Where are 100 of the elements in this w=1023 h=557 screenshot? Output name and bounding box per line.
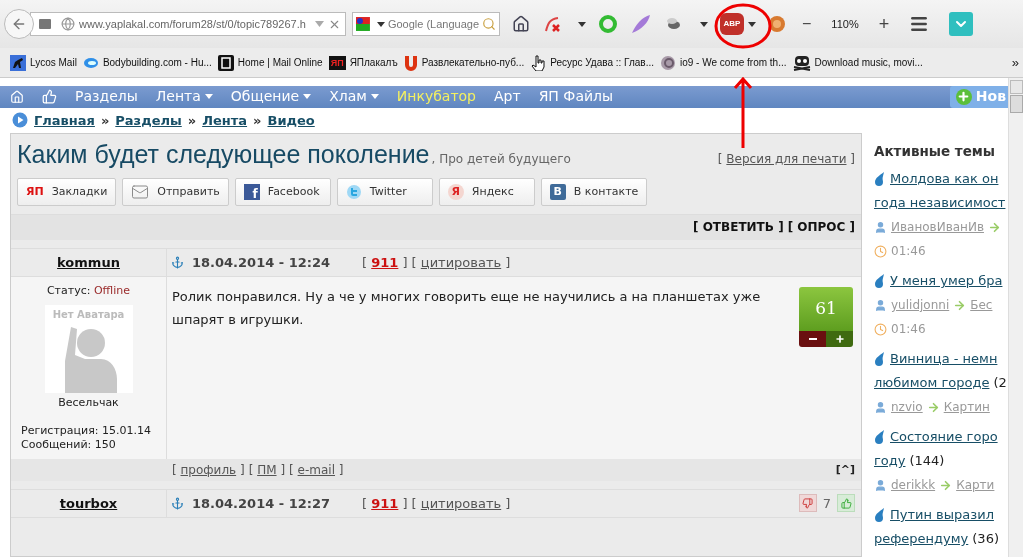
horseshoe-icon — [403, 54, 418, 71]
home-icon[interactable] — [512, 15, 530, 33]
share-button[interactable]: Отправить — [122, 177, 229, 206]
topic-link[interactable]: году — [874, 449, 906, 473]
breadcrumb-separator: » — [100, 111, 110, 130]
coin-icon[interactable] — [768, 15, 786, 33]
drop-icon — [874, 508, 886, 522]
link[interactable]: e-mail — [297, 462, 335, 477]
breadcrumb-link[interactable]: Лента — [202, 110, 248, 131]
clock-icon — [874, 244, 887, 258]
topic-subtitle: , Про детей будущего — [431, 150, 571, 168]
profile-action: [ ПМ ] — [248, 461, 286, 479]
topic-time: 01:46 — [891, 321, 926, 338]
search-field[interactable]: Google (Language — [352, 12, 500, 36]
thumbs-down-button[interactable] — [798, 494, 817, 513]
bookmark[interactable]: Развлекательно-пуб... — [403, 54, 525, 71]
zoom-out-button[interactable]: − — [802, 12, 812, 36]
share-button[interactable]: В В контакте — [540, 177, 648, 206]
author-name[interactable]: tourbox — [59, 493, 118, 513]
search-icon[interactable] — [482, 17, 496, 31]
topic-link[interactable]: Молдова как он — [890, 167, 999, 191]
topic-action[interactable]: [ ОТВЕТИТЬ ] — [693, 218, 784, 237]
zoom-reset-button[interactable]: 110% — [831, 15, 859, 33]
bookmark[interactable]: ЯП ЯПлакалъ — [328, 55, 398, 70]
caret-icon — [578, 21, 586, 27]
caret-icon — [748, 21, 756, 27]
bookmark[interactable]: Lycos Mail — [10, 54, 77, 71]
topic-count: (36) — [972, 530, 999, 548]
address-field[interactable]: www.yaplakal.com/forum28/st/0/topic789267.h — [30, 12, 346, 36]
vk-icon: В — [549, 183, 566, 200]
arrow-icon — [939, 478, 953, 492]
clock-icon — [874, 322, 887, 336]
topic-link[interactable]: Состояние горо — [890, 425, 998, 449]
link[interactable]: профиль — [180, 462, 237, 477]
scroll-top-button[interactable]: [^] — [835, 461, 855, 478]
breadcrumb-link[interactable]: Разделы — [115, 110, 182, 131]
skull-icon — [792, 54, 811, 71]
facebook-icon: f — [243, 183, 260, 200]
user-icon — [874, 478, 887, 492]
quote-action: [ цитировать ] — [411, 253, 511, 272]
square-icon — [217, 54, 234, 71]
zoom-in-button[interactable]: + — [878, 10, 890, 38]
minus-icon — [808, 337, 817, 340]
thumbs-up-button[interactable] — [837, 494, 855, 513]
topic-link[interactable]: У меня умер бра — [890, 269, 1003, 293]
bookmark[interactable]: io9 - We come from th... — [660, 54, 787, 71]
url-text: www.yaplakal.com/forum28/st/0/topic789267.h — [79, 16, 307, 32]
user-icon — [874, 220, 887, 234]
play-icon — [12, 112, 28, 129]
adblock-icon[interactable]: ABP — [720, 13, 744, 35]
plugin-blocked-icon[interactable] — [542, 14, 562, 34]
topic-link[interactable]: референдуму — [874, 527, 969, 551]
share-button[interactable]: Twitter — [336, 177, 433, 206]
post-date: 18.04.2014 - 12:24 — [192, 253, 332, 272]
link[interactable]: 911 — [371, 495, 399, 511]
bookmark[interactable]: Home | Mail Online — [217, 54, 323, 71]
anchor-icon[interactable] — [171, 496, 184, 510]
post-text: Ролик понравился. Ну а че у многих говорить еще не научились а на планшетах уже шпарят в игрушки. — [172, 287, 762, 329]
post-date: 18.04.2014 - 12:27 — [192, 494, 332, 513]
link[interactable]: 911 — [371, 254, 399, 270]
share-button[interactable]: f Facebook — [234, 177, 331, 206]
breadcrumb-link[interactable]: Видео — [267, 110, 315, 131]
bookmark[interactable]: Bodybuilding.com - Hu... — [82, 55, 212, 70]
anchor-icon[interactable] — [171, 255, 184, 269]
breadcrumb-separator: » — [187, 111, 197, 130]
menu-icon[interactable] — [909, 14, 930, 34]
share-button[interactable]: Я Яндекс — [438, 177, 535, 206]
dropdown-icon[interactable] — [315, 21, 324, 27]
more-bookmarks-button[interactable]: » — [1011, 52, 1019, 73]
author-name[interactable]: kommun — [57, 252, 120, 272]
link[interactable]: ПМ — [257, 462, 277, 477]
drop-icon — [874, 274, 886, 288]
breadcrumb-link[interactable]: Главная — [34, 110, 95, 131]
reply-count: [ 911 ] — [362, 494, 408, 513]
feather-icon[interactable] — [630, 14, 652, 34]
drop-icon — [874, 352, 886, 366]
search-placeholder: Google (Language — [387, 16, 480, 32]
link[interactable]: цитировать — [420, 254, 502, 270]
topic-link[interactable]: любимом городе — [874, 371, 990, 395]
ring-icon[interactable] — [598, 14, 618, 34]
extension-icon[interactable] — [949, 12, 974, 36]
rating-value: 61 — [799, 286, 853, 331]
arrow-icon — [926, 400, 940, 414]
share-button[interactable]: ЯП Закладки — [17, 177, 117, 206]
topic-action[interactable]: [ ОПРОС ] — [787, 218, 855, 237]
topic-link[interactable]: Винница - немн — [890, 347, 998, 371]
link[interactable]: цитировать — [420, 495, 502, 511]
dog-icon — [10, 54, 26, 71]
thumbs-up-icon[interactable] — [42, 89, 57, 105]
swirl-icon — [82, 55, 99, 70]
bookmark[interactable]: Download music, movi... — [792, 54, 923, 71]
topic-link[interactable]: года независимост — [874, 191, 1006, 215]
topic-link[interactable]: Путин выразил — [890, 503, 994, 527]
back-button[interactable] — [4, 9, 34, 39]
link[interactable]: Версия для печати — [726, 151, 847, 166]
caret-icon — [370, 94, 379, 100]
profile-action: [ e-mail ] — [289, 461, 344, 479]
bookmark[interactable]: Ресурс Удава :: Глав... — [530, 54, 654, 71]
yandex-icon: Я — [447, 183, 464, 200]
rating-value: 7 — [822, 494, 831, 513]
